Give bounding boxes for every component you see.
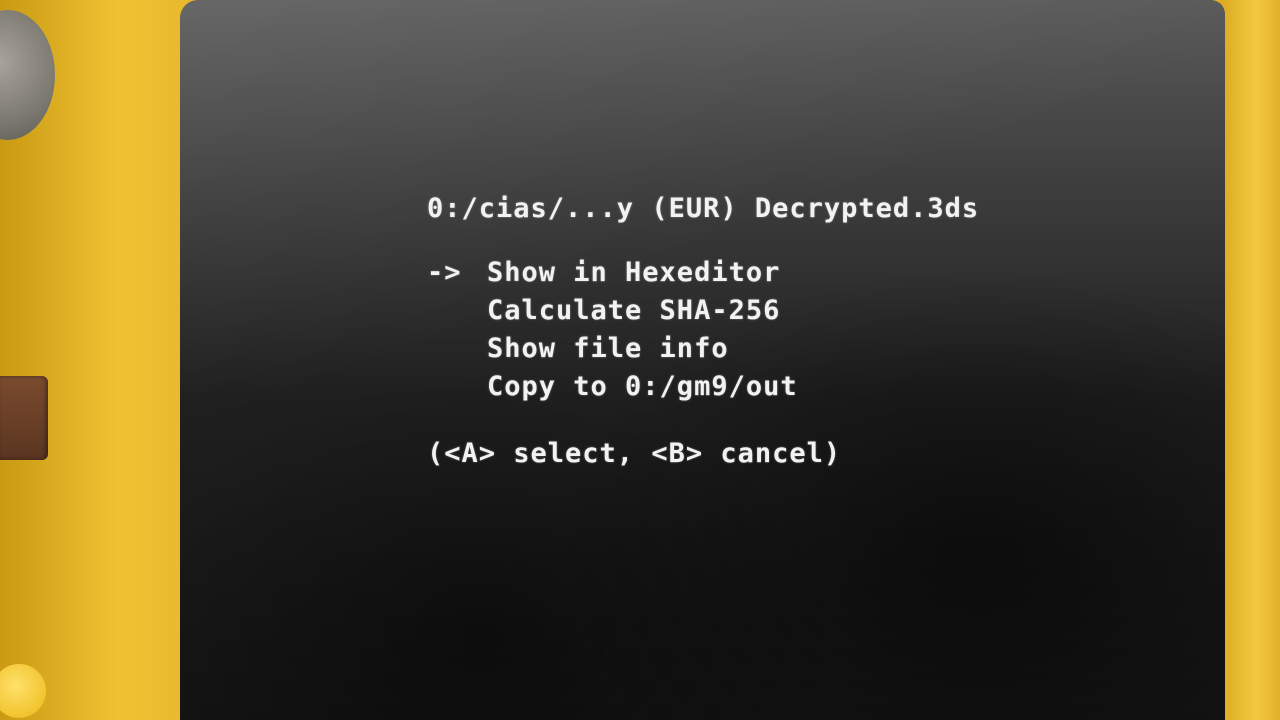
menu-item-label: Show in Hexeditor [487,257,781,288]
file-path: 0:/cias/...y (EUR) Decrypted.3ds [427,193,980,224]
menu-item-show-file-info[interactable]: Show file info [427,330,798,368]
menu-item-label: Copy to 0:/gm9/out [487,371,798,402]
console-button-round [0,664,46,718]
menu-item-copy-to-out[interactable]: Copy to 0:/gm9/out [427,368,798,406]
analog-stick [0,10,55,140]
console-shell-right [1220,0,1280,720]
controls-hint: (<A> select, <B> cancel) [427,438,842,469]
menu-item-label: Show file info [487,333,729,364]
menu-item-calculate-sha256[interactable]: Calculate SHA-256 [427,292,798,330]
menu-item-show-in-hexeditor[interactable]: -> Show in Hexeditor [427,254,798,292]
action-list: -> Show in Hexeditor Calculate SHA-256 S… [427,254,798,406]
console-button [0,376,48,460]
menu-item-label: Calculate SHA-256 [487,295,781,326]
console-screen: 0:/cias/...y (EUR) Decrypted.3ds -> Show… [180,0,1225,720]
selection-cursor-icon: -> [427,257,462,288]
file-action-menu: 0:/cias/...y (EUR) Decrypted.3ds -> Show… [180,0,1225,720]
